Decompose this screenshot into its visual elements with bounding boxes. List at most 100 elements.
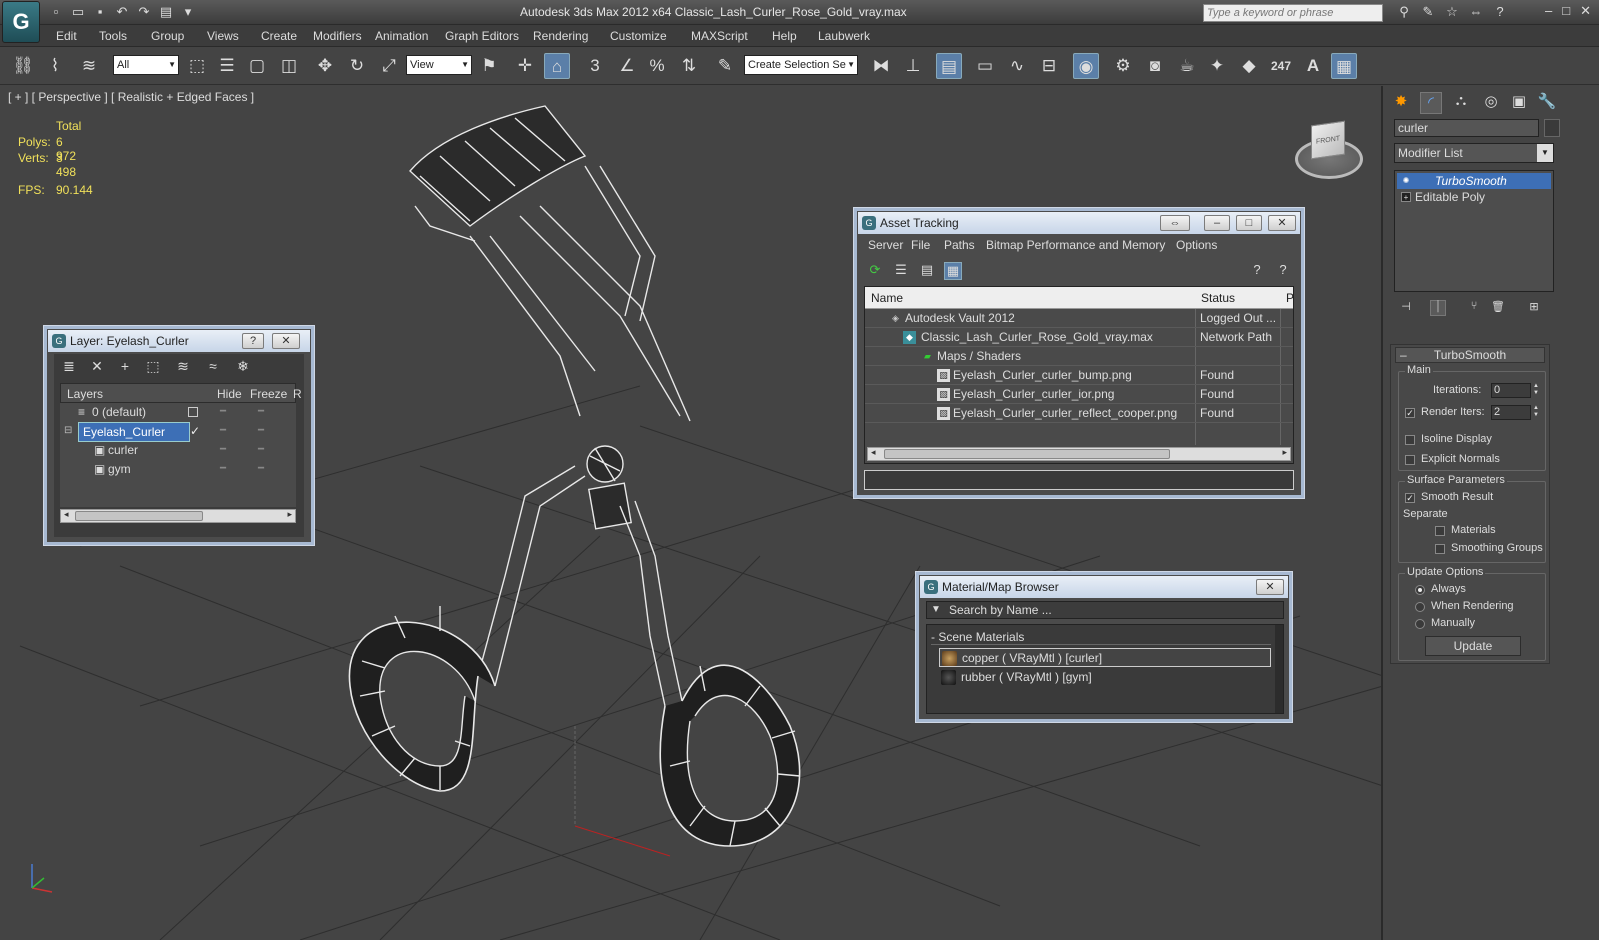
binoculars-icon[interactable]: ⚲	[1395, 4, 1413, 20]
box-icon[interactable]: ◆	[1236, 53, 1262, 79]
scroll-left-icon[interactable]: ◂	[64, 509, 69, 520]
help-icon[interactable]: ?	[1248, 262, 1266, 280]
asset-dock-button[interactable]: ⇔	[1160, 215, 1190, 231]
window-crossing-icon[interactable]: ◫	[276, 53, 302, 79]
freeze-all-layers-icon[interactable]: ❄	[234, 358, 252, 376]
object-color-swatch[interactable]	[1544, 119, 1560, 137]
current-layer-check-icon[interactable]: ✓	[190, 422, 200, 440]
mirror-icon[interactable]: ⧓	[868, 53, 894, 79]
material-vertical-scrollbar[interactable]	[1275, 625, 1283, 713]
bind-space-warp-icon[interactable]: ≋	[76, 53, 102, 79]
keyword-search-input[interactable]: Type a keyword or phrase	[1203, 4, 1383, 22]
asset-status-field[interactable]	[864, 470, 1294, 490]
pivot-center-icon[interactable]: ⚑	[476, 53, 502, 79]
layer-manager-icon[interactable]: ▤	[936, 53, 962, 79]
asset-close-button[interactable]: ✕	[1268, 215, 1296, 231]
layer-row-eyelash-curler[interactable]: ⊟ Eyelash_Curler ✓ ━ ━	[60, 422, 296, 442]
material-editor-icon[interactable]: ◉	[1073, 53, 1099, 79]
menu-animation[interactable]: Animation	[375, 29, 428, 43]
hide-all-layers-icon[interactable]: ≈	[204, 358, 222, 376]
col-name[interactable]: Name	[871, 291, 903, 305]
asset-menu-file[interactable]: File	[911, 238, 930, 252]
menu-create[interactable]: Create	[261, 29, 297, 43]
graphite-ribbon-icon[interactable]: ▭	[972, 53, 998, 79]
menu-maxscript[interactable]: MAXScript	[691, 29, 748, 43]
minimize-icon[interactable]: –	[1545, 3, 1552, 19]
light-icon[interactable]: ✦	[1204, 53, 1230, 79]
material-item-copper[interactable]: copper ( VRayMtl ) [curler]	[939, 648, 1271, 667]
menu-laubwerk[interactable]: Laubwerk	[818, 29, 870, 43]
remove-modifier-icon[interactable]: 🗑	[1490, 300, 1506, 316]
select-object-icon[interactable]: ⬚	[184, 53, 210, 79]
menu-views[interactable]: Views	[207, 29, 239, 43]
asset-row[interactable]: ▧ Eyelash_Curler_curler_ior.png Found	[865, 385, 1293, 404]
thumbnail-view-icon[interactable]: ▤	[918, 262, 936, 280]
menu-help[interactable]: Help	[772, 29, 797, 43]
material-browser-title[interactable]: G Material/Map Browser ✕	[920, 576, 1288, 598]
menu-edit[interactable]: Edit	[56, 29, 77, 43]
menu-group[interactable]: Group	[151, 29, 184, 43]
asset-row[interactable]: ◆ Classic_Lash_Curler_Rose_Gold_vray.max…	[865, 328, 1293, 347]
asset-menu-paths[interactable]: Paths	[944, 238, 975, 252]
col-status[interactable]: Status	[1201, 291, 1235, 305]
display-tab-icon[interactable]: ▣	[1508, 92, 1530, 114]
context-help-icon[interactable]: ?	[1274, 262, 1292, 280]
material-search-input[interactable]: ▼ Search by Name ...	[926, 601, 1284, 619]
favorites-icon[interactable]: ☆	[1443, 4, 1461, 20]
rollout-header[interactable]: – TurboSmooth	[1395, 347, 1545, 363]
isoline-display-checkbox[interactable]	[1405, 435, 1415, 445]
snaps-toggle-icon[interactable]: 3	[582, 53, 608, 79]
lightbulb-icon[interactable]: ✺	[1401, 176, 1411, 186]
collapse-rollout-icon[interactable]: –	[1400, 348, 1407, 362]
menu-rendering[interactable]: Rendering	[533, 29, 588, 43]
render-production-icon[interactable]: ☕	[1174, 53, 1200, 79]
undo-icon[interactable]: ↶	[114, 4, 130, 20]
asset-maximize-button[interactable]: □	[1236, 215, 1262, 231]
asset-row[interactable]: ◈ Autodesk Vault 2012 Logged Out ...	[865, 309, 1293, 328]
tools-icon[interactable]: ✎	[1419, 4, 1437, 20]
smooth-result-checkbox[interactable]: ✓	[1405, 493, 1415, 503]
render-setup-icon[interactable]: ⚙	[1110, 53, 1136, 79]
object-name-input[interactable]: curler	[1394, 119, 1539, 137]
rotate-icon[interactable]: ↻	[344, 53, 370, 79]
help-icon[interactable]: ?	[1491, 4, 1509, 20]
refresh-icon[interactable]: ⟳	[866, 262, 884, 280]
create-tab-icon[interactable]: ✸	[1390, 92, 1412, 114]
modify-tab-icon[interactable]: ◜	[1420, 92, 1442, 114]
select-link-icon[interactable]: ⛓	[10, 53, 36, 79]
layer-row-default[interactable]: ≡ 0 (default) ━ ━	[60, 403, 296, 421]
open-file-icon[interactable]: ▭	[70, 4, 86, 20]
render-frame-icon[interactable]: ◙	[1142, 53, 1168, 79]
menu-modifiers[interactable]: Modifiers	[313, 29, 362, 43]
hide-toggle[interactable]: ━	[220, 460, 226, 478]
select-manipulate-icon[interactable]: ✛	[512, 53, 538, 79]
scale-icon[interactable]: ⤢	[376, 53, 402, 79]
scene-materials-group[interactable]: - Scene Materials	[931, 629, 1271, 645]
asset-row[interactable]: ▧ Eyelash_Curler_curler_reflect_cooper.p…	[865, 404, 1293, 423]
hierarchy-tab-icon[interactable]: ⛬	[1450, 92, 1472, 114]
layer-row-gym[interactable]: ▣ gym ━ ━	[60, 460, 296, 478]
text-tool-icon[interactable]: A	[1300, 53, 1326, 79]
command-panel-toggle-icon[interactable]: ▦	[1331, 53, 1357, 79]
update-always-radio[interactable]	[1415, 585, 1425, 595]
layer-horizontal-scrollbar[interactable]: ◂ ▸	[60, 509, 296, 523]
configure-sets-icon[interactable]: ⊞	[1526, 300, 1542, 316]
scroll-left-icon[interactable]: ◂	[871, 447, 876, 458]
make-unique-icon[interactable]: ⑂	[1466, 300, 1482, 316]
freeze-toggle[interactable]: ━	[258, 422, 264, 440]
material-close-button[interactable]: ✕	[1256, 579, 1284, 595]
collapse-icon[interactable]: ⊟	[64, 422, 72, 440]
unlink-icon[interactable]: ⌇	[42, 53, 68, 79]
eyelash-curler-mesh[interactable]	[348, 105, 801, 847]
layer-close-button[interactable]: ✕	[272, 333, 300, 349]
move-icon[interactable]: ✥	[312, 53, 338, 79]
layer-help-button[interactable]: ?	[242, 333, 264, 349]
dropdown-arrow-icon[interactable]: ▼	[1537, 144, 1553, 162]
project-folder-icon[interactable]: ▤	[158, 4, 174, 20]
list-view-icon[interactable]: ☰	[892, 262, 910, 280]
menu-customize[interactable]: Customize	[610, 29, 667, 43]
expand-icon[interactable]: +	[1401, 192, 1411, 202]
asset-menu-options[interactable]: Options	[1176, 238, 1217, 252]
iterations-spinner[interactable]: 0	[1491, 383, 1531, 398]
viewcube-face[interactable]: FRONT	[1311, 120, 1345, 160]
